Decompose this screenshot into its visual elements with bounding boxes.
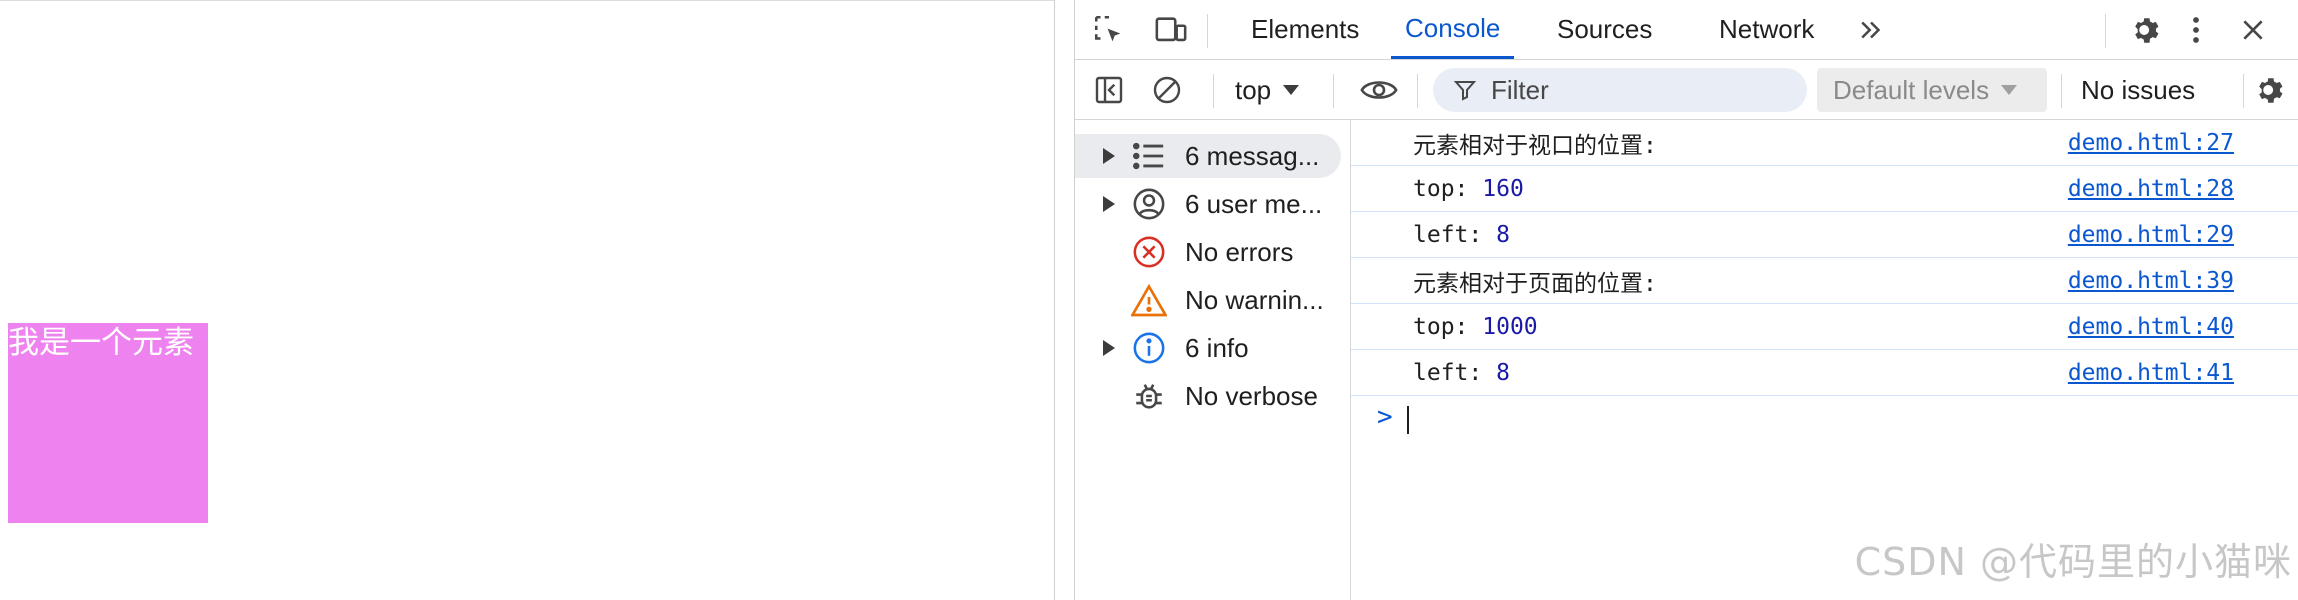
context-select[interactable]: top (1235, 60, 1300, 120)
tab-elements[interactable]: Elements (1237, 0, 1373, 59)
sidebar-item-errors[interactable]: No errors (1075, 230, 1341, 274)
warning-icon (1131, 282, 1167, 318)
log-row: 元素相对于页面的位置: demo.html:39 (1351, 258, 2298, 304)
log-key: 元素相对于视口的位置: (1413, 132, 1657, 159)
separator (1417, 74, 1418, 108)
log-source-link[interactable]: demo.html:28 (2068, 166, 2234, 211)
log-row: left: 8 demo.html:29 (1351, 212, 2298, 258)
separator (2105, 14, 2106, 48)
log-source-link[interactable]: demo.html:27 (2068, 120, 2234, 165)
log-source-link[interactable]: demo.html:40 (2068, 304, 2234, 349)
log-row: left: 8 demo.html:41 (1351, 350, 2298, 396)
sidebar-item-label: No verbose (1185, 380, 1318, 411)
bug-icon (1131, 378, 1167, 414)
separator (1213, 74, 1214, 108)
separator (2243, 74, 2244, 108)
console-sidebar: 6 messag... 6 user me... No errors No wa… (1075, 120, 1351, 600)
log-value: 160 (1482, 175, 1524, 202)
filter-funnel-icon (1453, 78, 1477, 102)
sidebar-item-warnings[interactable]: No warnin... (1075, 278, 1341, 322)
log-value: 8 (1496, 359, 1510, 386)
sidebar-item-label: 6 info (1185, 332, 1249, 363)
user-icon (1131, 186, 1167, 222)
tab-network[interactable]: Network (1705, 0, 1828, 59)
clear-console-icon[interactable] (1147, 70, 1187, 110)
list-icon (1131, 138, 1167, 174)
context-select-value: top (1235, 74, 1272, 105)
filter-input[interactable]: Filter (1433, 68, 1807, 112)
text-caret (1407, 406, 1409, 434)
console-prompt-input[interactable]: > (1351, 396, 2298, 442)
log-levels-select[interactable]: Default levels (1817, 68, 2047, 112)
chevron-down-icon (1283, 85, 1300, 95)
expand-arrow-icon (1103, 148, 1115, 164)
log-key: top: (1413, 175, 1483, 202)
log-key: left: (1413, 359, 1497, 386)
filter-placeholder: Filter (1491, 74, 1549, 105)
inspect-element-icon[interactable] (1089, 10, 1129, 50)
demo-element-box: 我是一个元素 (8, 323, 208, 523)
settings-gear-icon[interactable] (2127, 10, 2167, 50)
log-key: top: (1413, 313, 1483, 340)
log-source-link[interactable]: demo.html:39 (2068, 258, 2234, 303)
expand-arrow-icon (1103, 196, 1115, 212)
sidebar-toggle-icon[interactable] (1089, 70, 1129, 110)
sidebar-item-label: 6 messag... (1185, 140, 1320, 171)
error-icon (1131, 234, 1167, 270)
sidebar-item-verbose[interactable]: No verbose (1075, 374, 1341, 418)
console-settings-gear-icon[interactable] (2251, 70, 2291, 110)
prompt-chevron-icon: > (1377, 402, 1393, 432)
issues-counter[interactable]: No issues (2081, 60, 2195, 120)
sidebar-item-label: No errors (1185, 236, 1294, 267)
devtools-tabbar: Elements Console Sources Network (1075, 0, 2298, 60)
more-tabs-icon[interactable] (1851, 10, 1891, 50)
log-key: 元素相对于页面的位置: (1413, 270, 1657, 297)
sidebar-item-user-messages[interactable]: 6 user me... (1075, 182, 1341, 226)
info-icon (1131, 330, 1167, 366)
separator (1207, 14, 1208, 48)
sidebar-item-label: No warnin... (1185, 284, 1324, 315)
device-toolbar-icon[interactable] (1151, 10, 1191, 50)
log-message: top: 160 (1413, 166, 1524, 211)
log-value: 1000 (1482, 313, 1538, 340)
log-source-link[interactable]: demo.html:41 (2068, 350, 2234, 395)
more-options-icon[interactable] (2181, 10, 2211, 50)
log-value: 8 (1496, 221, 1510, 248)
close-icon[interactable] (2233, 10, 2273, 50)
log-message: left: 8 (1413, 350, 1510, 395)
log-message: 元素相对于页面的位置: (1413, 258, 1657, 303)
tab-console[interactable]: Console (1391, 0, 1515, 59)
console-toolbar: top Filter Default levels No issues (1075, 60, 2298, 120)
sidebar-item-messages[interactable]: 6 messag... (1075, 134, 1341, 178)
log-message: left: 8 (1413, 212, 1510, 257)
sidebar-item-info[interactable]: 6 info (1075, 326, 1341, 370)
devtools-panel: Elements Console Sources Network top Fil… (1074, 0, 2298, 600)
devtools-splitter[interactable] (1054, 0, 1074, 600)
expand-arrow-icon (1103, 340, 1115, 356)
chevron-down-icon (2001, 85, 2018, 95)
log-key: left: (1413, 221, 1497, 248)
page-viewport: 我是一个元素 (0, 0, 1054, 600)
sidebar-item-label: 6 user me... (1185, 188, 1323, 219)
log-levels-value: Default levels (1833, 74, 1990, 105)
log-message: top: 1000 (1413, 304, 1538, 349)
watermark: CSDN @代码里的小猫咪 (1854, 540, 2292, 584)
separator (2061, 74, 2062, 108)
log-row: top: 1000 demo.html:40 (1351, 304, 2298, 350)
separator (1333, 74, 1334, 108)
console-output: 元素相对于视口的位置: demo.html:27 top: 160 demo.h… (1351, 120, 2298, 600)
log-message: 元素相对于视口的位置: (1413, 120, 1657, 165)
tab-sources[interactable]: Sources (1543, 0, 1666, 59)
live-expression-eye-icon[interactable] (1353, 70, 1405, 110)
log-row: top: 160 demo.html:28 (1351, 166, 2298, 212)
log-source-link[interactable]: demo.html:29 (2068, 212, 2234, 257)
log-row: 元素相对于视口的位置: demo.html:27 (1351, 120, 2298, 166)
